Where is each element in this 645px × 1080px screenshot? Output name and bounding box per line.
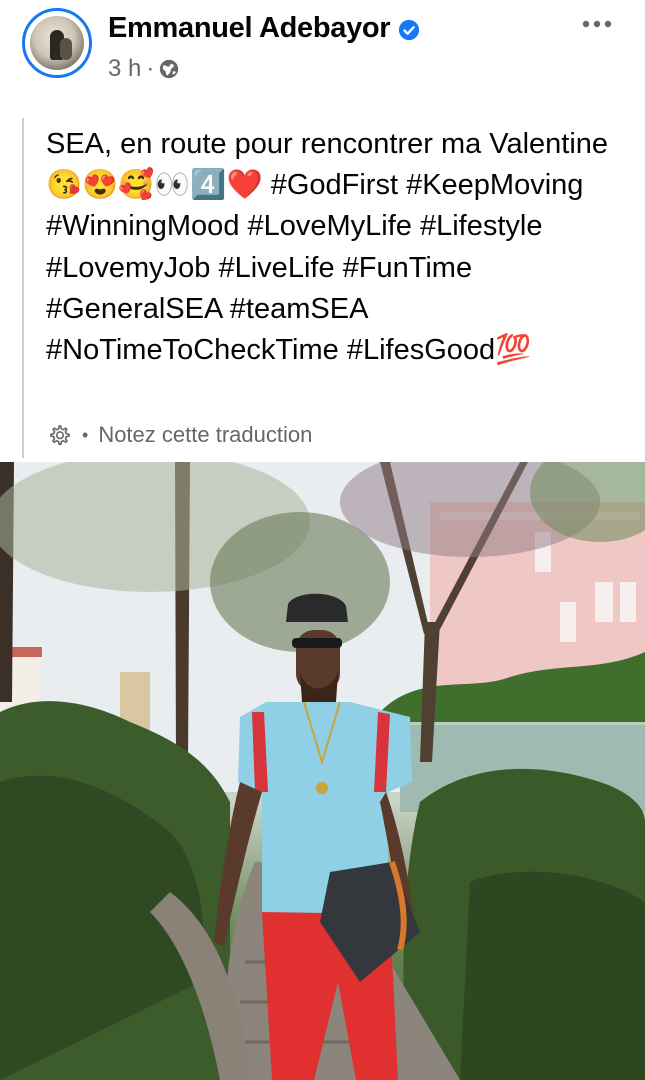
avatar-image xyxy=(30,16,84,70)
post-meta: 3 h · xyxy=(108,55,179,83)
verified-badge-icon xyxy=(399,19,420,40)
gear-icon[interactable] xyxy=(46,422,72,448)
translation-row: • Notez cette traduction xyxy=(46,422,312,448)
avatar[interactable] xyxy=(22,8,92,78)
post-body: SEA, en route pour rencontrer ma Valenti… xyxy=(22,118,634,458)
more-options-icon[interactable] xyxy=(581,14,613,34)
post-text: SEA, en route pour rencontrer ma Valenti… xyxy=(46,128,609,367)
photo-illustration xyxy=(0,462,645,1080)
meta-separator: · xyxy=(146,55,155,82)
translation-separator: • xyxy=(82,424,89,445)
post-header: Emmanuel Adebayor 3 h · xyxy=(0,0,645,96)
post-timestamp[interactable]: 3 h xyxy=(108,55,141,83)
post-photo[interactable] xyxy=(0,462,645,1080)
author-row: Emmanuel Adebayor xyxy=(108,12,420,45)
author-name[interactable]: Emmanuel Adebayor xyxy=(108,12,391,45)
rate-translation-link[interactable]: Notez cette traduction xyxy=(98,422,312,448)
globe-icon[interactable] xyxy=(159,59,179,79)
